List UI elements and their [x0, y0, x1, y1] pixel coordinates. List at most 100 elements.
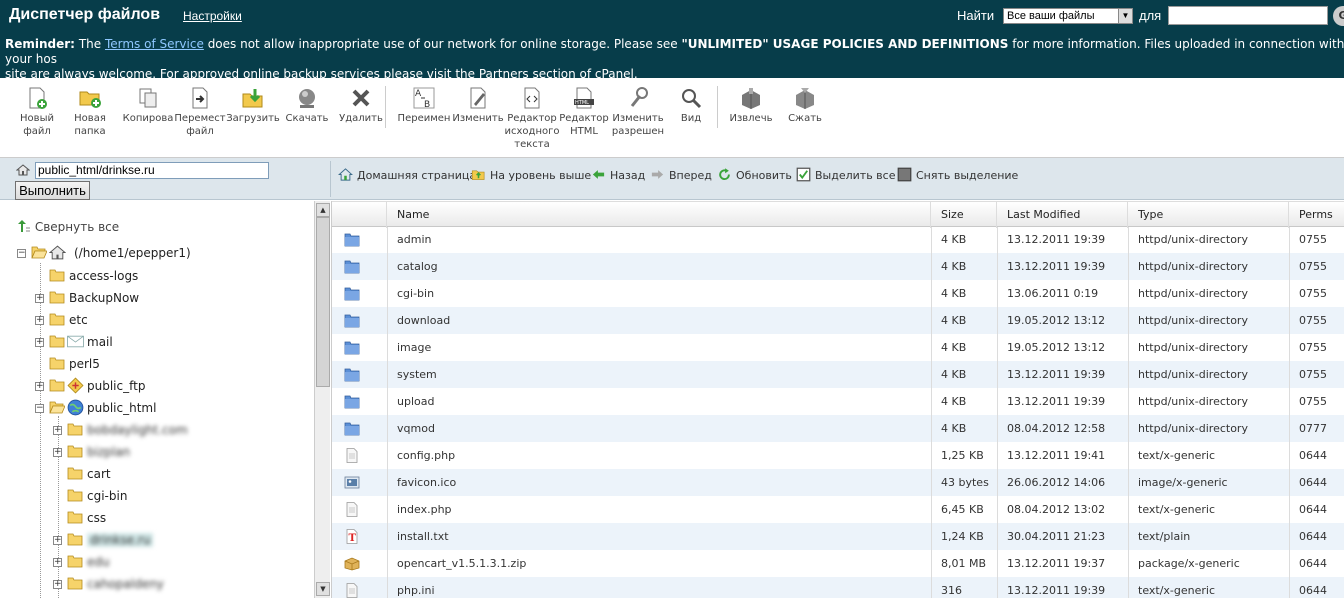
nav-up-level-button[interactable]: На уровень выше	[471, 167, 591, 182]
table-row[interactable]: php.ini 316 13.12.2011 19:39 text/x-generic…	[332, 577, 1344, 598]
cell-name[interactable]: favicon.ico	[387, 469, 931, 496]
cell-type: text/plain	[1138, 530, 1191, 543]
collapse-all-button[interactable]: Свернуть все	[17, 220, 119, 234]
toolbar-code-editor-button[interactable]: Редактор исходного текста	[503, 86, 561, 151]
expand-icon[interactable]: +	[35, 338, 44, 347]
toolbar-move-button[interactable]: Перемест файл	[171, 86, 229, 138]
folder-icon	[344, 259, 360, 274]
search-input[interactable]	[1168, 6, 1328, 25]
toolbar-html-editor-button[interactable]: HTML Редактор HTML	[555, 86, 613, 138]
nav-checkbox-checked-button[interactable]: Выделить все	[796, 167, 895, 182]
nav-checkbox-empty-button[interactable]: Снять выделение	[897, 167, 1018, 182]
table-row[interactable]: index.php 6,45 KB 08.04.2012 13:02 text/x-g…	[332, 496, 1344, 523]
column-divider	[1289, 201, 1290, 598]
expand-icon[interactable]: +	[35, 294, 44, 303]
tree-open-folder-icon	[49, 401, 66, 414]
toolbar-upload-button[interactable]: Загрузить	[224, 86, 282, 125]
cell-name[interactable]: system	[387, 361, 931, 388]
cell-name[interactable]: install.txt	[387, 523, 931, 550]
cell-name[interactable]: vqmod	[387, 415, 931, 442]
cell-size: 4 KB	[941, 314, 967, 327]
cell-modified: 13.06.2011 0:19	[1007, 287, 1099, 300]
scroll-up-icon[interactable]: ▲	[316, 203, 330, 217]
up-level-icon	[471, 169, 490, 182]
table-row[interactable]: system 4 KB 13.12.2011 19:39 httpd/unix-dir…	[332, 361, 1344, 388]
cell-name[interactable]: download	[387, 307, 931, 334]
toolbar-rename-button[interactable]: A B Переимен	[395, 86, 453, 125]
collapse-node-icon[interactable]: −	[17, 249, 26, 258]
tree-item-label: BackupNow	[69, 291, 140, 305]
search-scope-select[interactable]: Все ваши файлы ▼	[1003, 8, 1133, 24]
cell-name[interactable]: cgi-bin	[387, 280, 931, 307]
nav-forward-arrow-button[interactable]: Вперед	[650, 167, 712, 182]
column-header[interactable]: Size	[931, 202, 997, 228]
table-row[interactable]: Tinstall.txt 1,24 KB 30.04.2011 21:23 text/…	[332, 523, 1344, 550]
column-header-icon	[332, 202, 387, 228]
cell-size: 4 KB	[941, 341, 967, 354]
reminder-lead: Reminder:	[5, 37, 75, 51]
table-row[interactable]: vqmod 4 KB 08.04.2012 12:58 httpd/unix-dire…	[332, 415, 1344, 442]
nav-back-arrow-button[interactable]: Назад	[591, 167, 645, 182]
chevron-down-icon[interactable]: ▼	[1118, 9, 1132, 23]
cell-name[interactable]: catalog	[387, 253, 931, 280]
scroll-thumb[interactable]	[316, 217, 330, 387]
toolbar-compress-button[interactable]: Сжать	[776, 86, 834, 125]
toolbar-copy-button[interactable]: Копирова	[119, 86, 177, 125]
collapse-node-icon[interactable]: −	[35, 404, 44, 413]
expand-icon[interactable]: +	[53, 536, 62, 545]
toolbar-view-button[interactable]: Вид	[662, 86, 720, 125]
table-row[interactable]: download 4 KB 19.05.2012 13:12 httpd/unix-d…	[332, 307, 1344, 334]
table-row[interactable]: config.php 1,25 KB 13.12.2011 19:41 text/x-…	[332, 442, 1344, 469]
toolbar-new-file-button[interactable]: Новый файл	[8, 86, 66, 138]
tree-item-label: drinkse.ru	[87, 533, 154, 547]
table-row[interactable]: favicon.ico 43 bytes 26.06.2012 14:06 image…	[332, 469, 1344, 496]
toolbar-extract-button[interactable]: Извлечь	[722, 86, 780, 125]
table-row[interactable]: cgi-bin 4 KB 13.06.2011 0:19 httpd/unix-dir…	[332, 280, 1344, 307]
cell-perms: 0644	[1299, 530, 1327, 543]
cell-name[interactable]: admin	[387, 226, 931, 253]
toolbar-label: Новая папка	[74, 113, 106, 137]
cell-name[interactable]: opencart_v1.5.1.3.1.zip	[387, 550, 931, 577]
toolbar-delete-button[interactable]: Удалить	[332, 86, 390, 125]
cell-name[interactable]: image	[387, 334, 931, 361]
expand-icon[interactable]: +	[53, 580, 62, 589]
column-header[interactable]: Name	[387, 202, 931, 228]
toolbar-permissions-button[interactable]: Изменить разрешен	[609, 86, 667, 138]
expand-icon[interactable]: +	[35, 382, 44, 391]
tree-scrollbar[interactable]: ▲ ▼	[314, 201, 330, 598]
table-row[interactable]: opencart_v1.5.1.3.1.zip 8,01 MB 13.12.2011…	[332, 550, 1344, 577]
expand-icon[interactable]: +	[35, 316, 44, 325]
go-button[interactable]: G	[1333, 6, 1344, 26]
expand-icon[interactable]: +	[53, 448, 62, 457]
terms-of-service-link[interactable]: Terms of Service	[105, 37, 204, 51]
cell-size: 316	[941, 584, 962, 597]
nav-refresh-button[interactable]: Обновить	[717, 167, 792, 182]
column-divider	[997, 201, 998, 598]
nav-home-button[interactable]: Домашняя страница	[338, 167, 476, 182]
package-icon	[344, 556, 360, 571]
settings-link[interactable]: Настройки	[183, 9, 242, 23]
cell-name[interactable]: config.php	[387, 442, 931, 469]
cell-name[interactable]: index.php	[387, 496, 931, 523]
table-row[interactable]: catalog 4 KB 13.12.2011 19:39 httpd/unix-di…	[332, 253, 1344, 280]
expand-icon[interactable]: +	[53, 426, 62, 435]
column-header[interactable]: Perms	[1289, 202, 1344, 228]
expand-icon[interactable]: +	[53, 558, 62, 567]
execute-button[interactable]: Выполнить	[15, 181, 90, 200]
path-input-value: public_html/drinkse.ru	[38, 163, 155, 177]
table-row[interactable]: admin 4 KB 13.12.2011 19:39 httpd/unix-dire…	[332, 226, 1344, 253]
table-row[interactable]: upload 4 KB 13.12.2011 19:39 httpd/unix-dir…	[332, 388, 1344, 415]
nav-label: На уровень выше	[490, 169, 592, 182]
toolbar-edit-button[interactable]: Изменить	[449, 86, 507, 125]
house-icon	[48, 244, 67, 260]
scroll-down-icon[interactable]: ▼	[316, 582, 330, 596]
path-input[interactable]: public_html/drinkse.ru	[35, 162, 269, 179]
column-header[interactable]: Type	[1128, 202, 1289, 228]
column-header[interactable]: Last Modified	[997, 202, 1128, 228]
table-row[interactable]: image 4 KB 19.05.2012 13:12 httpd/unix-dire…	[332, 334, 1344, 361]
toolbar-new-folder-button[interactable]: Новая папка	[61, 86, 119, 138]
cell-name[interactable]: upload	[387, 388, 931, 415]
collapse-icon	[18, 220, 30, 232]
cell-name[interactable]: php.ini	[387, 577, 931, 598]
toolbar-download-button[interactable]: Скачать	[278, 86, 336, 125]
